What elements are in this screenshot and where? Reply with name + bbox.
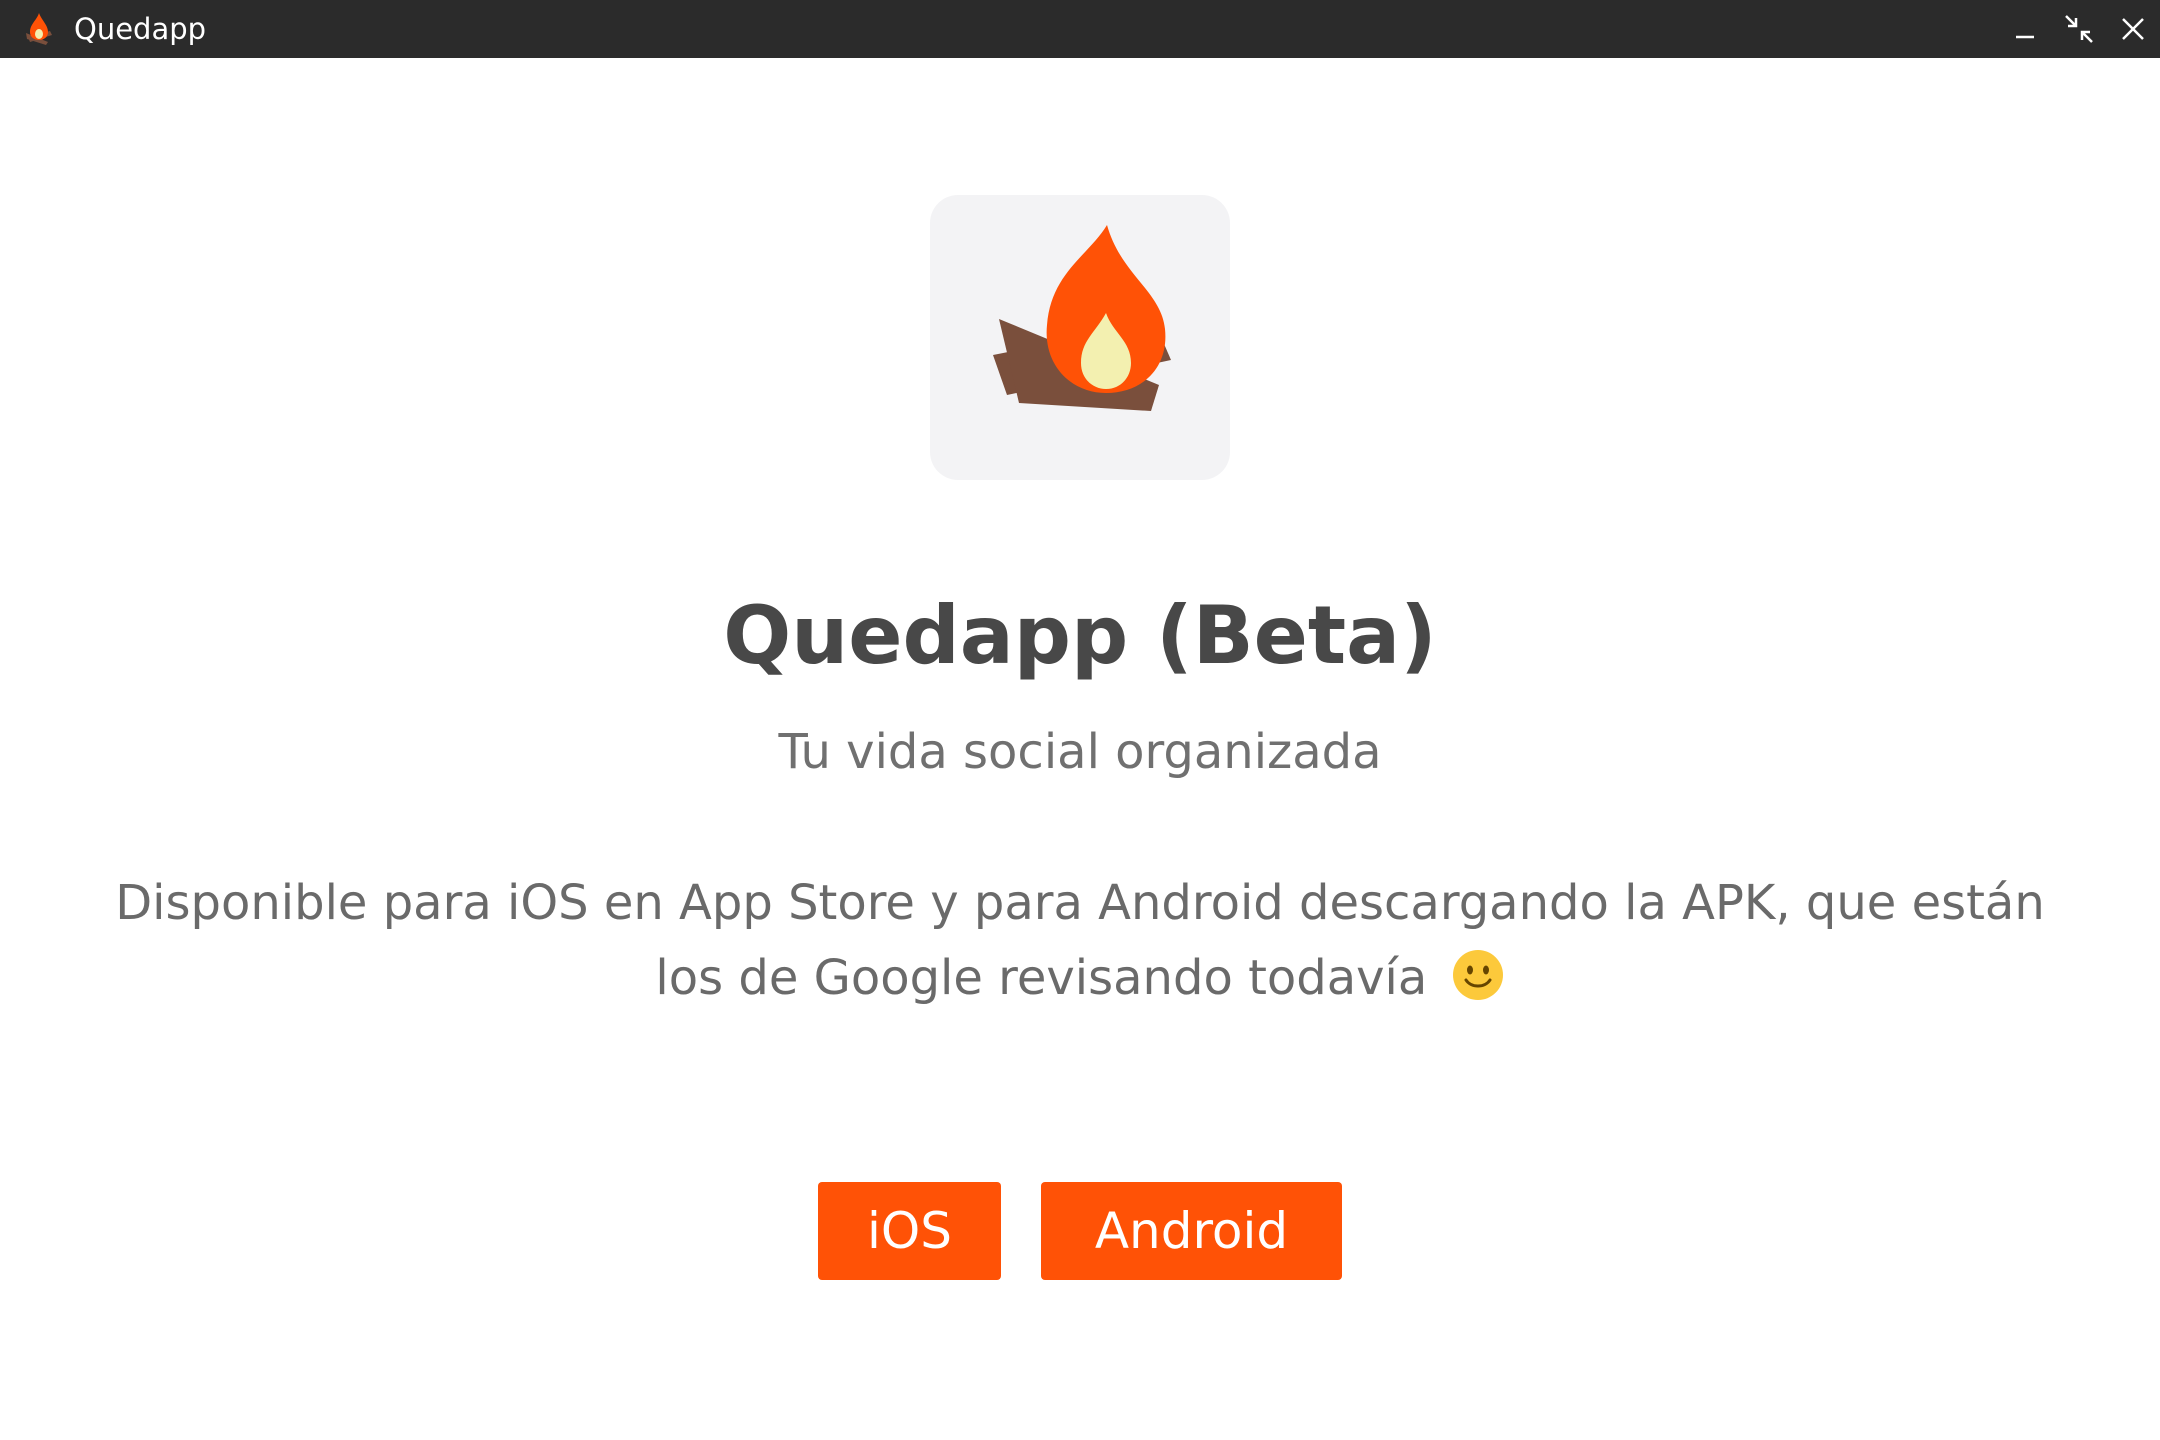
restore-button[interactable] bbox=[2052, 0, 2106, 58]
smiling-face-icon bbox=[1451, 948, 1505, 1024]
restore-arrows-icon bbox=[2065, 15, 2093, 43]
campfire-app-icon bbox=[22, 9, 56, 49]
campfire-icon bbox=[993, 225, 1171, 411]
description-line-1: Disponible para iOS en App Store y para … bbox=[115, 875, 2045, 931]
description-line-2: los de Google revisando todavía bbox=[60, 941, 2100, 1024]
description-line-2-text: los de Google revisando todavía bbox=[655, 950, 1428, 1006]
android-download-button[interactable]: Android bbox=[1041, 1182, 1342, 1280]
download-buttons: iOS Android bbox=[0, 1182, 2160, 1280]
minimize-button[interactable] bbox=[1998, 0, 2052, 58]
main-content: Quedapp (Beta) Tu vida social organizada… bbox=[0, 58, 2160, 1440]
ios-download-button[interactable]: iOS bbox=[818, 1182, 1001, 1280]
window-title: Quedapp bbox=[74, 12, 207, 46]
window-titlebar: Quedapp bbox=[0, 0, 2160, 58]
availability-description: Disponible para iOS en App Store y para … bbox=[60, 866, 2100, 1024]
page-title: Quedapp (Beta) bbox=[723, 589, 1437, 682]
close-icon bbox=[2122, 18, 2144, 40]
page-subtitle: Tu vida social organizada bbox=[778, 724, 1382, 780]
close-button[interactable] bbox=[2106, 0, 2160, 58]
minimize-icon bbox=[2016, 35, 2034, 39]
window-controls bbox=[1998, 0, 2160, 58]
app-logo-tile bbox=[930, 195, 1230, 480]
